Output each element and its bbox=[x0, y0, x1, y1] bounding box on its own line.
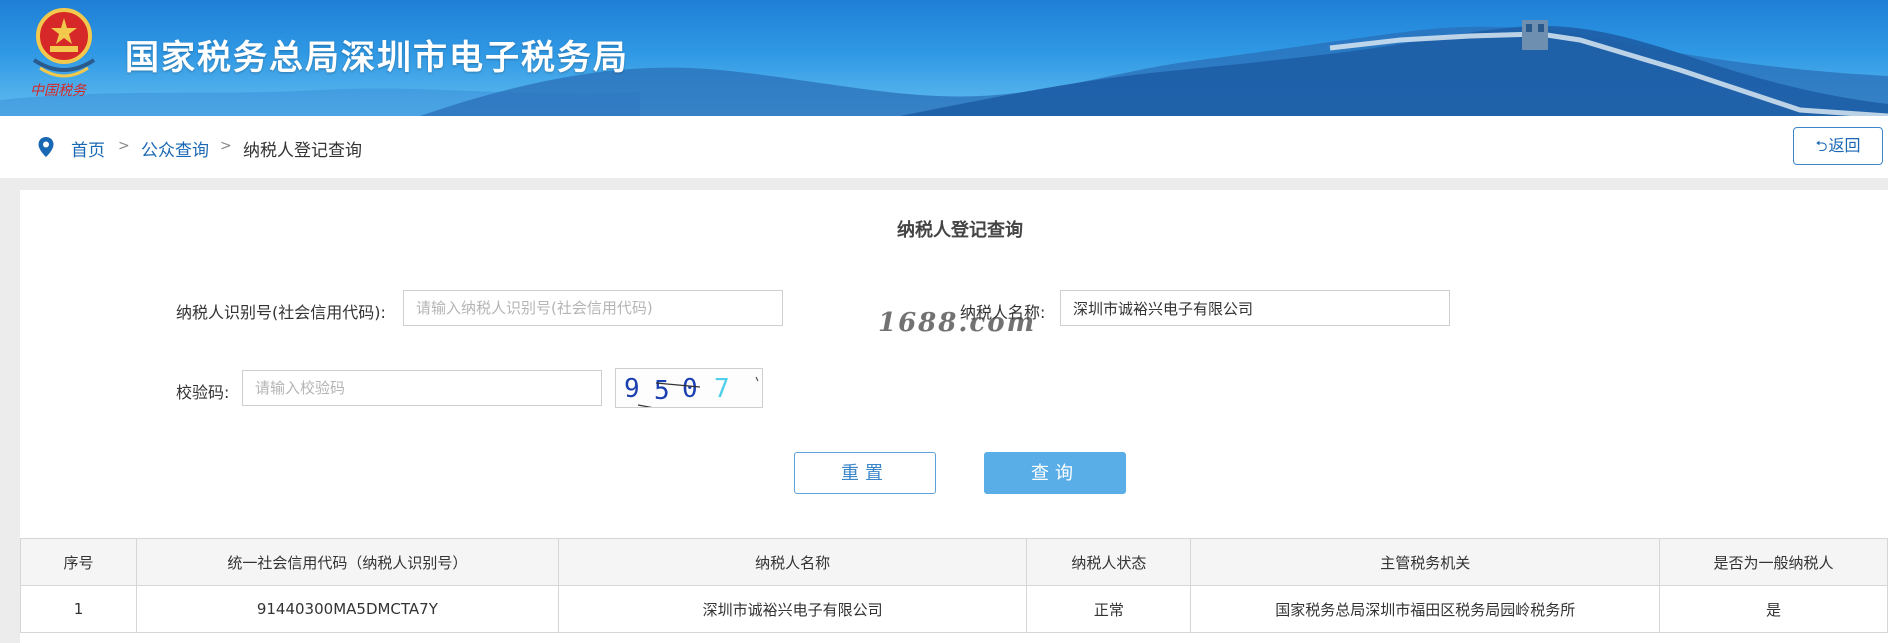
back-button-label: 返回 bbox=[1828, 136, 1861, 155]
cell-credit-code: 91440300MA5DMCTA7Y bbox=[135, 585, 559, 633]
column-header-credit-code: 统一社会信用代码（纳税人识别号） bbox=[135, 538, 559, 586]
captcha-label: 校验码: bbox=[176, 383, 230, 402]
cell-tax-authority: 国家税务总局深圳市福田区税务局园岭税务所 bbox=[1190, 585, 1661, 633]
column-header-index: 序号 bbox=[20, 538, 137, 586]
cell-taxpayer-name: 深圳市诚裕兴电子有限公司 bbox=[557, 585, 1028, 633]
table-header-row: 序号 统一社会信用代码（纳税人识别号） 纳税人名称 纳税人状态 主管税务机关 是… bbox=[20, 538, 1888, 586]
table-row: 1 91440300MA5DMCTA7Y 深圳市诚裕兴电子有限公司 正常 国家税… bbox=[20, 585, 1888, 633]
emblem-caption: 中国税务 bbox=[30, 83, 86, 99]
form-title: 纳税人登记查询 bbox=[897, 220, 1023, 241]
site-header: 中国税务 国家税务总局深圳市电子税务局 bbox=[0, 0, 1888, 116]
captcha-input[interactable] bbox=[242, 370, 602, 406]
captcha-char-4: 7 bbox=[714, 374, 730, 404]
captcha-char-3: 0 bbox=[682, 374, 698, 404]
cell-index: 1 bbox=[20, 585, 137, 633]
breadcrumb: 首页 > 公众查询 > 纳税人登记查询 ⮌返回 bbox=[0, 116, 1888, 178]
breadcrumb-public-query-link[interactable]: 公众查询 bbox=[141, 136, 209, 161]
captcha-drawing: 9 5 0 7 bbox=[624, 374, 759, 407]
taxpayer-id-input[interactable] bbox=[403, 290, 783, 326]
breadcrumb-current: 纳税人登记查询 bbox=[243, 141, 362, 161]
captcha-image[interactable]: 9 5 0 7 bbox=[615, 368, 763, 408]
site-title: 国家税务总局深圳市电子税务局 bbox=[125, 38, 629, 78]
watermark: 1688.com bbox=[878, 308, 1037, 338]
results-table: 序号 统一社会信用代码（纳税人识别号） 纳税人名称 纳税人状态 主管税务机关 是… bbox=[20, 538, 1888, 633]
captcha-char-1: 9 bbox=[624, 374, 640, 404]
column-header-taxpayer-name: 纳税人名称 bbox=[557, 538, 1028, 586]
reset-button[interactable]: 重置 bbox=[794, 452, 936, 494]
taxpayer-name-input[interactable]: 深圳市诚裕兴电子有限公司 bbox=[1060, 290, 1450, 326]
back-button[interactable]: ⮌返回 bbox=[1793, 127, 1883, 165]
column-header-tax-authority: 主管税务机关 bbox=[1190, 538, 1661, 586]
cell-general-taxpayer: 是 bbox=[1659, 585, 1888, 633]
query-card: 纳税人登记查询 纳税人识别号(社会信用代码): 纳税人名称: 深圳市诚裕兴电子有… bbox=[20, 190, 1888, 643]
breadcrumb-home-link[interactable]: 首页 bbox=[71, 136, 105, 161]
captcha-char-2: 5 bbox=[654, 376, 670, 406]
query-button[interactable]: 查询 bbox=[984, 452, 1126, 494]
location-pin-icon bbox=[38, 137, 54, 157]
return-arrow-icon: ⮌ bbox=[1815, 137, 1828, 155]
column-header-status: 纳税人状态 bbox=[1026, 538, 1192, 586]
breadcrumb-separator: > bbox=[220, 138, 232, 154]
cell-status: 正常 bbox=[1026, 585, 1192, 633]
breadcrumb-separator: > bbox=[118, 138, 130, 154]
taxpayer-id-label: 纳税人识别号(社会信用代码): bbox=[176, 303, 386, 322]
column-header-general-taxpayer: 是否为一般纳税人 bbox=[1659, 538, 1888, 586]
